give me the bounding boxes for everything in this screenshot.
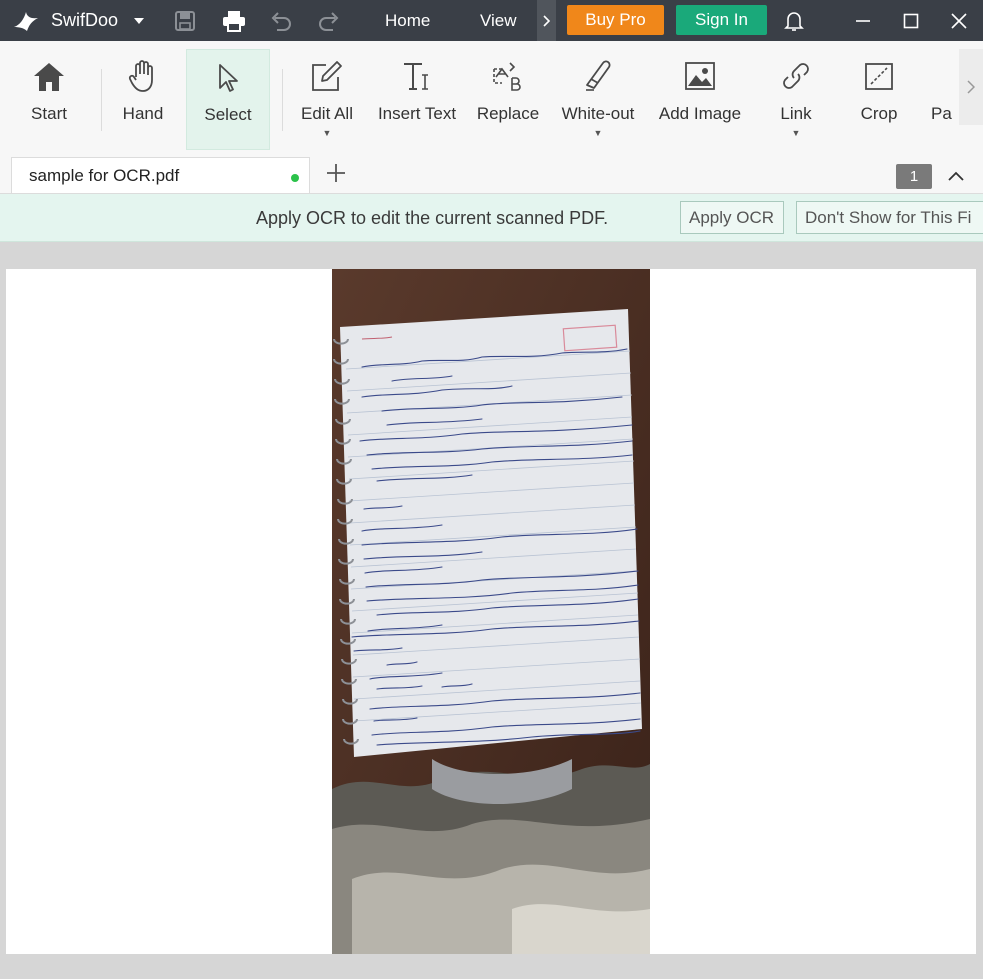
minimize-button[interactable] <box>855 0 871 41</box>
replace-icon <box>493 62 521 91</box>
dont-show-button[interactable]: Don't Show for This Fi <box>796 201 983 234</box>
buy-pro-button[interactable]: Buy Pro <box>567 5 664 35</box>
document-bottom-gutter <box>0 954 983 979</box>
menu-view[interactable]: View <box>480 0 517 41</box>
tool-insert-text[interactable]: Insert Text <box>374 49 460 149</box>
chevron-right-icon <box>542 14 550 27</box>
ocr-message: Apply OCR to edit the current scanned PD… <box>256 208 609 228</box>
tool-white-out-label: White-out <box>561 104 635 123</box>
tool-link[interactable]: Link ▼ <box>762 49 830 149</box>
tool-replace[interactable]: Replace <box>472 49 544 149</box>
edit-pencil-box-icon <box>312 61 342 91</box>
save-button[interactable] <box>174 0 196 41</box>
notifications-button[interactable] <box>784 0 804 41</box>
ribbon-toolbar: Start Hand Select Edit All ▼ Insert Text… <box>0 41 983 154</box>
close-icon <box>951 12 967 29</box>
page-number-badge: 1 <box>896 164 932 189</box>
tool-page-label: Pa <box>931 104 952 123</box>
title-bar: SwifDoo Home View Buy Pro Sign In <box>0 0 983 41</box>
notebook-photo-illustration <box>332 269 650 954</box>
eraser-icon <box>586 60 611 91</box>
apply-ocr-button[interactable]: Apply OCR <box>680 201 784 234</box>
tool-link-label: Link <box>780 104 812 123</box>
chevron-right-icon <box>967 80 975 94</box>
tool-add-image[interactable]: Add Image <box>652 49 748 149</box>
tab-sample-for-ocr[interactable]: sample for OCR.pdf <box>11 157 310 193</box>
tab-label: sample for OCR.pdf <box>29 166 180 185</box>
close-button[interactable] <box>951 0 967 41</box>
tool-select-label: Select <box>204 105 252 124</box>
home-icon <box>34 63 64 91</box>
image-icon <box>685 62 715 90</box>
plus-icon <box>327 164 345 182</box>
scanned-notebook-photo <box>332 269 650 954</box>
collapse-toolbar-button[interactable] <box>947 169 965 187</box>
link-icon <box>783 63 809 89</box>
swift-bird-icon <box>14 11 38 31</box>
caret-down-icon[interactable]: ▼ <box>792 128 801 138</box>
tool-start[interactable]: Start <box>14 49 84 149</box>
ocr-notification-bar: Apply OCR to edit the current scanned PD… <box>0 194 983 242</box>
maximize-icon <box>903 13 919 28</box>
tool-hand-label: Hand <box>122 104 164 123</box>
tool-edit-all-label: Edit All <box>301 104 353 123</box>
crop-icon <box>865 63 893 90</box>
tool-insert-text-label: Insert Text <box>377 104 457 123</box>
new-tab-button[interactable] <box>325 162 347 189</box>
cursor-arrow-icon <box>219 64 238 92</box>
unsaved-indicator <box>291 174 299 182</box>
redo-button[interactable] <box>317 0 341 41</box>
insert-text-icon <box>404 63 428 90</box>
toolbar-divider <box>282 69 283 131</box>
caret-down-icon <box>134 17 144 24</box>
hand-icon <box>128 60 153 92</box>
tool-page[interactable]: Pa <box>926 49 959 149</box>
tool-edit-all[interactable]: Edit All ▼ <box>291 49 363 149</box>
app-menu-dropdown[interactable] <box>133 0 145 41</box>
toolbar-scroll-right[interactable] <box>959 49 983 125</box>
save-icon <box>175 10 195 31</box>
printer-icon <box>223 10 245 32</box>
tool-white-out[interactable]: White-out ▼ <box>554 49 642 149</box>
tool-hand[interactable]: Hand <box>108 49 178 149</box>
chevron-up-icon <box>948 171 964 181</box>
toolbar-divider <box>101 69 102 131</box>
maximize-button[interactable] <box>903 0 919 41</box>
tool-crop-label: Crop <box>860 104 898 123</box>
tool-replace-label: Replace <box>476 104 540 123</box>
undo-icon <box>271 11 291 31</box>
tool-start-label: Start <box>31 104 67 123</box>
bell-icon <box>784 11 804 31</box>
tool-add-image-label: Add Image <box>658 104 742 123</box>
minimize-icon <box>856 19 870 22</box>
sign-in-button[interactable]: Sign In <box>676 5 767 35</box>
app-logo <box>12 0 40 41</box>
menu-scroll-right[interactable] <box>537 0 556 41</box>
print-button[interactable] <box>222 0 246 41</box>
menu-home[interactable]: Home <box>385 0 430 41</box>
undo-button[interactable] <box>269 0 293 41</box>
tool-select[interactable]: Select <box>186 49 270 150</box>
caret-down-icon[interactable]: ▼ <box>323 128 332 138</box>
app-name: SwifDoo <box>51 10 119 30</box>
tool-crop[interactable]: Crop <box>847 49 911 149</box>
document-tabs: sample for OCR.pdf 1 <box>0 154 983 194</box>
redo-icon <box>319 11 339 31</box>
caret-down-icon[interactable]: ▼ <box>594 128 603 138</box>
